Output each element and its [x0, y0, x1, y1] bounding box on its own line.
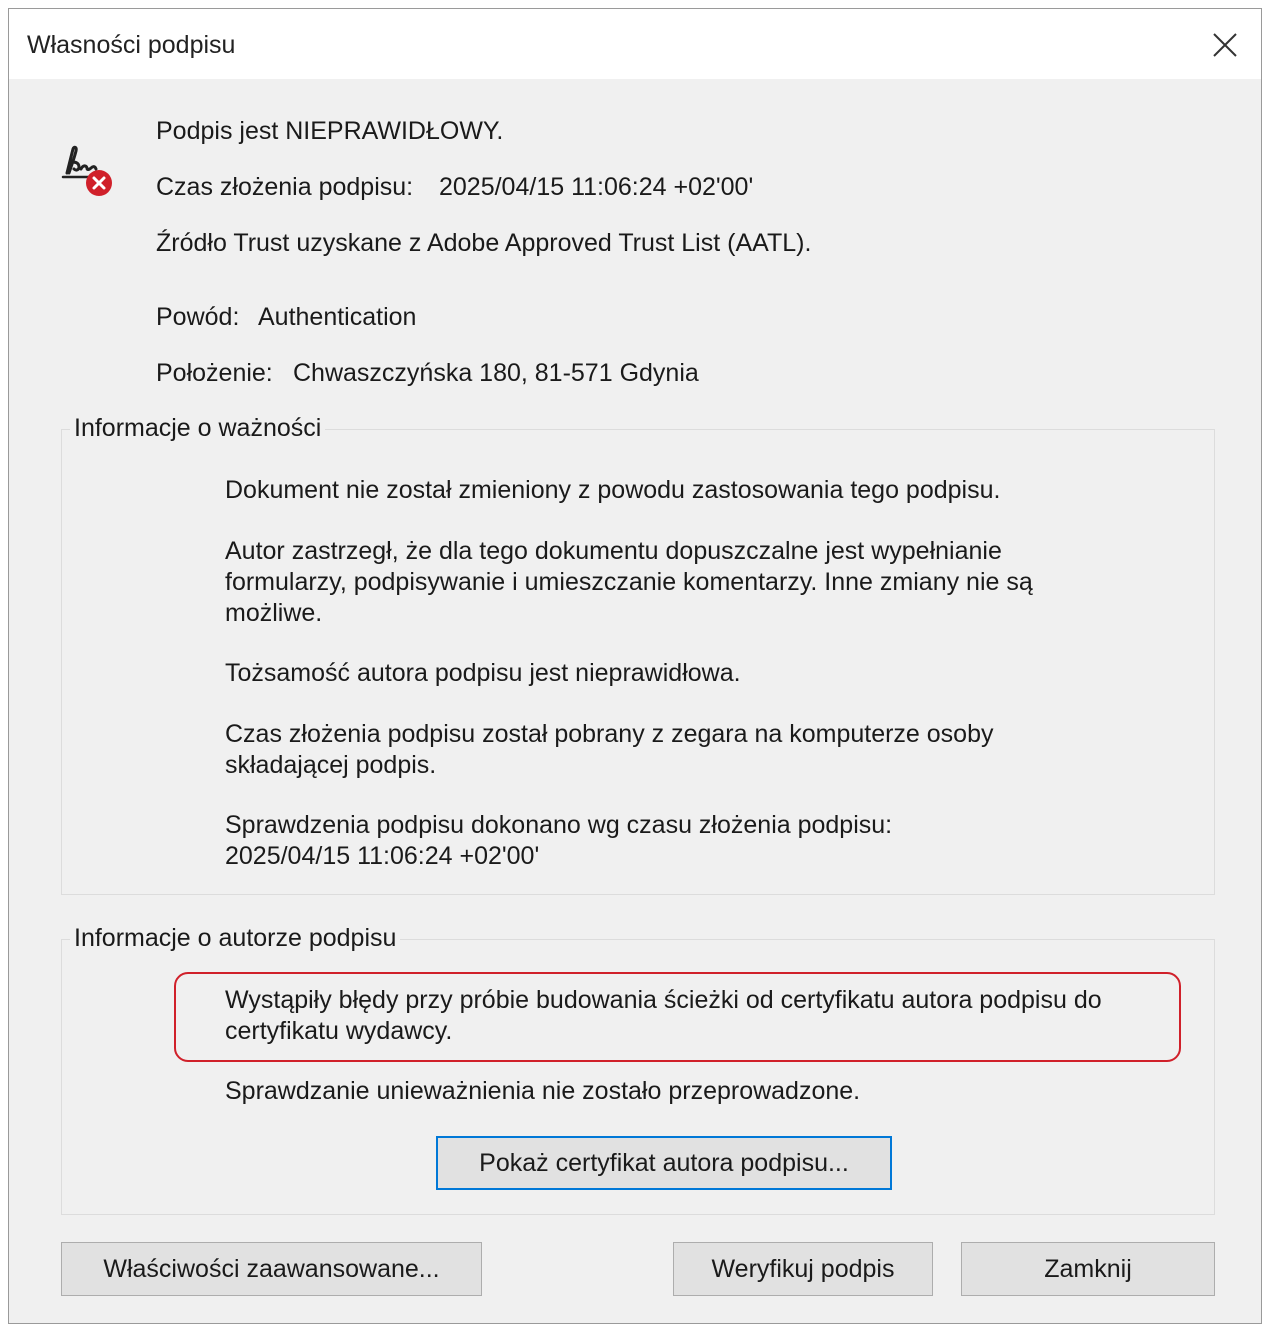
reason-value: Authentication — [258, 303, 417, 331]
signature-status: Podpis jest NIEPRAWIDŁOWY. — [156, 117, 504, 145]
trust-source: Źródło Trust uzyskane z Adobe Approved T… — [156, 229, 812, 257]
location-value: Chwaszczyńska 180, 81-571 Gdynia — [293, 359, 699, 387]
validity-paragraph: Autor zastrzegł, że dla tego dokumentu d… — [225, 537, 1033, 627]
cert-path-error: Wystąpiły błędy przy próbie budowania śc… — [225, 986, 1102, 1045]
validity-paragraph: Tożsamość autora podpisu jest nieprawidł… — [225, 659, 741, 687]
signing-time-value: 2025/04/15 11:06:24 +02'00' — [439, 173, 754, 201]
validity-paragraph: Dokument nie został zmieniony z powodu z… — [225, 476, 1001, 504]
validity-group-title: Informacje o ważności — [70, 414, 326, 443]
close-button[interactable]: Zamknij — [961, 1242, 1215, 1296]
author-group-title: Informacje o autorze podpisu — [70, 924, 401, 953]
revocation-status: Sprawdzanie unieważnienia nie zostało pr… — [225, 1077, 861, 1105]
signature-properties-dialog: Własności podpisu Podpis jest NIEPRAWIDŁ… — [8, 8, 1262, 1324]
close-icon — [1213, 33, 1237, 57]
author-info-group: Informacje o autorze podpisu Wystąpiły b… — [61, 924, 1215, 1215]
invalid-signature-icon — [61, 145, 112, 196]
verify-signature-button[interactable]: Weryfikuj podpis — [673, 1242, 933, 1296]
validity-paragraph: Czas złożenia podpisu został pobrany z z… — [225, 720, 994, 779]
validity-paragraph: Sprawdzenia podpisu dokonano wg czasu zł… — [225, 811, 893, 870]
close-window-button[interactable] — [1203, 23, 1247, 67]
reason-label: Powód: — [156, 303, 240, 331]
location-label: Położenie: — [156, 359, 273, 387]
signing-time-label: Czas złożenia podpisu: — [156, 173, 414, 201]
title-bar: Własności podpisu — [9, 9, 1261, 79]
show-certificate-button[interactable]: Pokaż certyfikat autora podpisu... — [436, 1136, 892, 1190]
advanced-properties-button[interactable]: Właściwości zaawansowane... — [61, 1242, 482, 1296]
window-title: Własności podpisu — [27, 31, 236, 59]
validity-info-group: Informacje o ważności Dokument nie zosta… — [61, 414, 1215, 895]
